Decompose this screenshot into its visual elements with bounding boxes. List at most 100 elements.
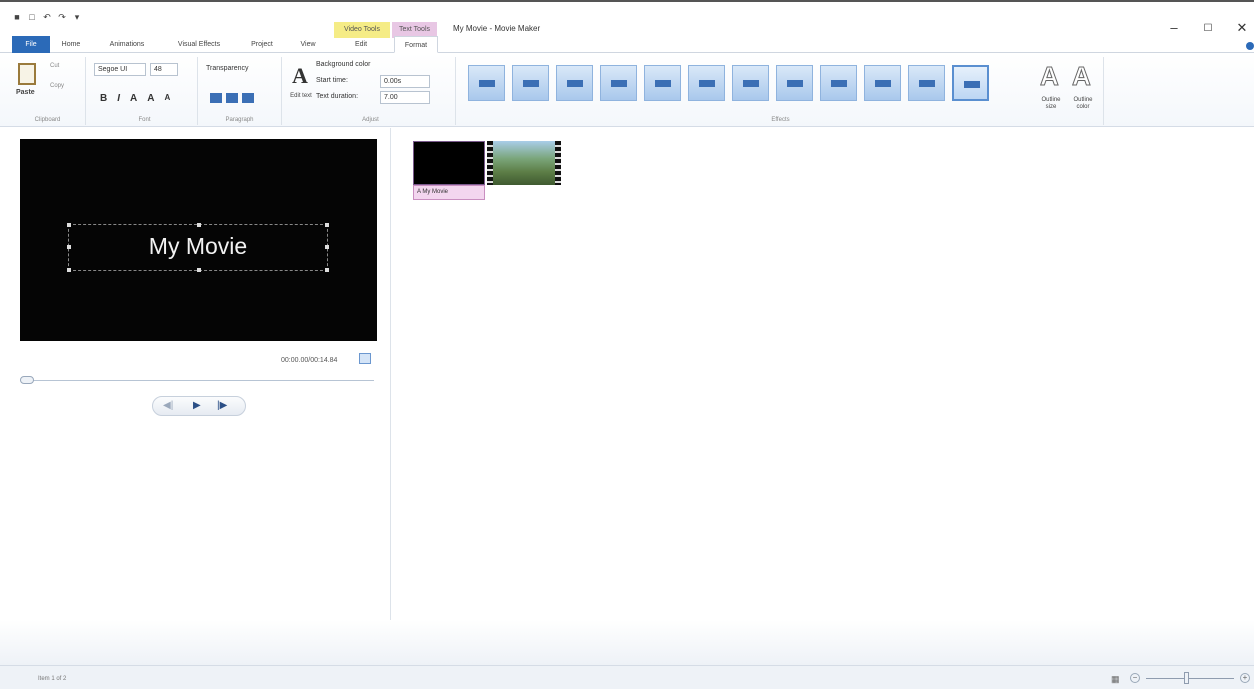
paste-button[interactable]: Paste <box>16 89 35 96</box>
font-format-row: B I A A A <box>100 93 170 104</box>
effect-thumbnail[interactable] <box>732 65 769 101</box>
resize-handle[interactable] <box>325 268 329 272</box>
outline-size-icon[interactable]: A <box>1040 61 1060 92</box>
tab-view[interactable]: View <box>294 36 322 53</box>
effect-thumbnail[interactable] <box>644 65 681 101</box>
clipboard-group-label: Clipboard <box>34 117 61 123</box>
zoom-out-button[interactable]: − <box>1130 673 1140 683</box>
cut-button[interactable]: Cut <box>50 63 59 69</box>
zoom-slider[interactable] <box>1146 678 1234 679</box>
align-left-button[interactable] <box>210 93 222 103</box>
effect-thumbnail[interactable] <box>908 65 945 101</box>
undo-icon[interactable]: ↶ <box>42 12 52 22</box>
tab-file[interactable]: File <box>12 36 50 53</box>
video-clip[interactable] <box>487 141 561 185</box>
adjust-group: A Edit text Background color Start time:… <box>286 57 456 125</box>
resize-handle[interactable] <box>67 268 71 272</box>
paragraph-group: Transparency Paragraph <box>198 57 282 125</box>
maximize-button[interactable]: ☐ <box>1200 23 1216 34</box>
shrink-font-button[interactable]: A <box>164 93 170 104</box>
outline-size-button[interactable]: Outline size <box>1036 97 1066 111</box>
storyboard-footer <box>0 620 1254 665</box>
resize-handle[interactable] <box>197 223 201 227</box>
start-time-label: Start time: <box>316 77 348 84</box>
effect-thumbnail[interactable] <box>600 65 637 101</box>
italic-button[interactable]: I <box>117 93 120 104</box>
qat-dropdown-icon[interactable]: ▾ <box>72 12 82 22</box>
tab-animations[interactable]: Animations <box>100 36 154 53</box>
transparency-button[interactable]: Transparency <box>206 65 249 72</box>
window-title: My Movie - Movie Maker <box>453 24 541 33</box>
paragraph-group-label: Paragraph <box>225 117 254 123</box>
effect-thumbnail[interactable] <box>820 65 857 101</box>
app-menu-icon[interactable]: ■ <box>12 12 22 22</box>
tab-edit[interactable]: Edit <box>340 36 382 53</box>
timecode: 00:00.00/00:14.84 <box>281 357 338 364</box>
redo-icon[interactable]: ↷ <box>57 12 67 22</box>
ribbon: Paste Cut Copy Clipboard Segoe UI 48 B I… <box>0 53 1254 127</box>
effects-group-label: Effects <box>771 117 790 123</box>
close-button[interactable]: ✕ <box>1234 20 1250 36</box>
align-right-button[interactable] <box>242 93 254 103</box>
previous-frame-icon[interactable]: ◀| <box>163 400 173 411</box>
ribbon-tabs: File Home Animations Visual Effects Proj… <box>0 36 1254 53</box>
save-icon[interactable]: □ <box>27 12 37 22</box>
film-sprocket <box>487 141 493 185</box>
effect-thumbnail[interactable] <box>776 65 813 101</box>
zoom-in-button[interactable]: + <box>1240 673 1250 683</box>
title-bar: ■ □ ↶ ↷ ▾ Video Tools Text Tools My Movi… <box>0 0 1254 38</box>
font-size-select[interactable]: 48 <box>150 63 178 76</box>
tab-project[interactable]: Project <box>244 36 280 53</box>
title-text-box[interactable]: My Movie <box>67 223 329 272</box>
resize-handle[interactable] <box>197 268 201 272</box>
outline-color-icon[interactable]: A <box>1072 61 1092 92</box>
start-time-input[interactable]: 0.00s <box>380 75 430 88</box>
bold-button[interactable]: B <box>100 93 107 104</box>
copy-button[interactable]: Copy <box>50 83 64 89</box>
seek-bar[interactable] <box>28 380 374 381</box>
thumbnail-size-icon[interactable]: ▦ <box>1111 674 1120 685</box>
text-duration-label: Text duration: <box>316 93 359 100</box>
resize-handle[interactable] <box>67 223 71 227</box>
effect-thumbnail[interactable] <box>468 65 505 101</box>
status-text: Item 1 of 2 <box>38 676 67 682</box>
paste-icon[interactable] <box>18 63 36 85</box>
outline-color-button[interactable]: Outline color <box>1068 97 1098 111</box>
text-duration-input[interactable]: 7.00 <box>380 91 430 104</box>
film-sprocket <box>555 141 561 185</box>
effect-thumbnail[interactable] <box>688 65 725 101</box>
fullscreen-button[interactable] <box>359 353 371 364</box>
background-color-button[interactable]: Background color <box>316 61 370 68</box>
font-color-button[interactable]: A <box>130 93 137 104</box>
font-family-select[interactable]: Segoe UI <box>94 63 146 76</box>
status-bar: Item 1 of 2 ▦ − + <box>0 665 1254 689</box>
zoom-slider-thumb[interactable] <box>1184 672 1189 684</box>
edit-text-button[interactable]: Edit text <box>290 93 312 100</box>
minimize-button[interactable]: – <box>1166 20 1182 35</box>
seek-thumb[interactable] <box>20 376 34 384</box>
effect-thumbnail[interactable] <box>556 65 593 101</box>
next-frame-icon[interactable]: |▶ <box>217 400 227 411</box>
clipboard-group: Paste Cut Copy Clipboard <box>10 57 86 125</box>
resize-handle[interactable] <box>325 223 329 227</box>
font-group-label: Font <box>138 117 151 123</box>
grow-font-button[interactable]: A <box>147 93 154 104</box>
title-clip[interactable] <box>413 141 485 185</box>
adjust-group-label: Adjust <box>362 117 379 123</box>
effect-thumbnail[interactable] <box>512 65 549 101</box>
align-center-button[interactable] <box>226 93 238 103</box>
preview-monitor[interactable]: My Movie <box>20 139 377 341</box>
play-icon[interactable]: ▶ <box>193 400 201 411</box>
tab-format[interactable]: Format <box>394 36 438 53</box>
font-group: Segoe UI 48 B I A A A Font <box>92 57 198 125</box>
tab-visual-effects[interactable]: Visual Effects <box>168 36 230 53</box>
title-clip-caption[interactable]: A My Movie <box>413 185 485 200</box>
effect-thumbnail[interactable] <box>864 65 901 101</box>
effect-thumbnail[interactable] <box>952 65 989 101</box>
edit-text-icon[interactable]: A <box>292 63 308 89</box>
effects-gallery <box>468 65 989 101</box>
quick-access-toolbar: ■ □ ↶ ↷ ▾ <box>12 12 82 22</box>
pane-divider[interactable] <box>390 128 391 668</box>
tab-home[interactable]: Home <box>56 36 86 53</box>
help-icon[interactable] <box>1246 42 1254 50</box>
